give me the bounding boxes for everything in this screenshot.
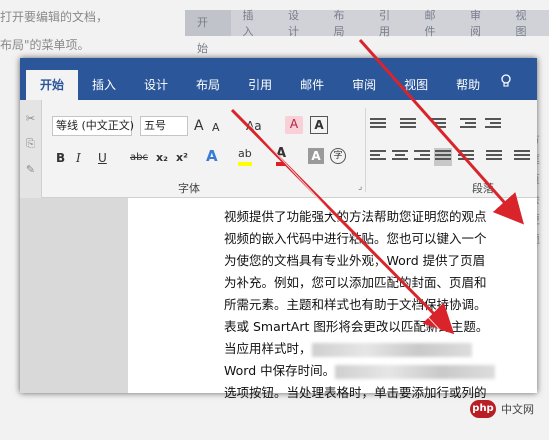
tab-mailings[interactable]: 邮件 <box>286 70 338 100</box>
ribbon-tab-bar: 开始 插入 设计 布局 引用 邮件 审阅 视图 帮助 <box>20 58 537 100</box>
font-family-select[interactable]: 等线 (中文正文) <box>52 116 134 136</box>
numbering-icon[interactable] <box>400 118 416 132</box>
clear-format-button[interactable]: A <box>285 116 303 134</box>
bullets-icon[interactable] <box>370 118 386 132</box>
background-ribbon: 开始 插入 设计 布局 引用 邮件 审阅 视图 <box>185 9 549 55</box>
grow-font-button[interactable]: A <box>194 118 204 134</box>
tab-help[interactable]: 帮助 <box>442 70 494 100</box>
doc-line: 为使您的文档具有专业外观，Word 提供了页眉 <box>224 253 486 268</box>
superscript-button[interactable]: x² <box>176 150 188 166</box>
decrease-indent-icon[interactable] <box>460 118 476 132</box>
bg-tab: 引用 <box>379 9 390 38</box>
align-left-icon[interactable] <box>370 150 386 164</box>
doc-line: 所需元素。主题和样式也有助于文档保持协调。 <box>224 297 487 312</box>
char-shading-button[interactable]: A <box>308 148 324 164</box>
lightbulb-icon[interactable] <box>500 70 512 100</box>
bold-button[interactable]: B <box>56 150 65 166</box>
tab-references[interactable]: 引用 <box>234 70 286 100</box>
distributed-icon[interactable] <box>458 150 474 164</box>
bg-tab: 开始 <box>185 10 231 55</box>
doc-line: 表或 SmartArt 图形将会更改以匹配新的主题。 <box>224 319 489 334</box>
php-logo: php <box>470 400 496 418</box>
font-color-button[interactable]: A <box>276 146 287 166</box>
doc-line: 视频提供了功能强大的方法帮助您证明您的观点 <box>224 209 487 224</box>
increase-indent-icon[interactable] <box>485 118 501 132</box>
enclose-char-button[interactable]: 字 <box>330 148 346 164</box>
tab-review[interactable]: 审阅 <box>338 70 390 100</box>
char-border-button[interactable]: A <box>310 116 328 134</box>
clipboard-strip: ✂ ⎘ ✎ <box>20 100 42 198</box>
align-right-icon[interactable] <box>414 150 430 164</box>
multilevel-list-icon[interactable] <box>430 118 446 132</box>
font-size-select[interactable]: 五号 <box>140 116 188 136</box>
watermark: php 中文网 <box>470 400 534 418</box>
line-spacing-icon[interactable] <box>486 150 502 164</box>
doc-line: 为补充。例如，您可以添加匹配的封面、页眉和 <box>224 275 487 290</box>
bg-tab: 布局 <box>333 9 345 38</box>
tab-view[interactable]: 视图 <box>390 70 442 100</box>
text-effects-button[interactable]: A <box>206 148 218 164</box>
strikethrough-button[interactable]: abc <box>130 150 148 166</box>
tab-design[interactable]: 设计 <box>130 70 182 100</box>
document-body[interactable]: 视频提供了功能强大的方法帮助您证明您的观点 视频的嵌入代码中进行粘贴。您也可以键… <box>224 206 524 404</box>
bg-tab: 邮件 <box>424 9 436 38</box>
align-center-icon[interactable] <box>392 150 408 164</box>
underline-button[interactable]: U <box>98 150 107 166</box>
format-painter-icon[interactable]: ✎ <box>20 163 41 176</box>
doc-line-blurred: 当应用样式时， <box>224 338 524 360</box>
tab-home[interactable]: 开始 <box>26 70 79 100</box>
ribbon-home: 等线 (中文正文) 五号 A A Aa A A B I U abc x₂ x² … <box>20 100 537 198</box>
paragraph-group-label: 段落 <box>472 182 494 195</box>
background-line-1: 打开要编辑的文档， <box>0 10 109 24</box>
copy-icon[interactable]: ⎘ <box>20 137 41 151</box>
background-line-2: 布局"的菜单项。 <box>0 38 90 52</box>
bg-tab: 设计 <box>288 9 299 38</box>
bg-tab: 插入 <box>242 9 254 38</box>
bg-tab: 审阅 <box>470 9 481 38</box>
change-case-button[interactable]: Aa <box>246 118 262 134</box>
font-dialog-launcher-icon[interactable]: ⌟ <box>358 182 362 192</box>
italic-button[interactable]: I <box>76 150 81 166</box>
doc-line: 视频的嵌入代码中进行粘贴。您也可以键入一个 <box>224 231 487 246</box>
justify-icon[interactable] <box>434 148 452 166</box>
tab-layout[interactable]: 布局 <box>182 70 234 100</box>
tab-insert[interactable]: 插入 <box>78 70 130 100</box>
scissors-icon[interactable]: ✂ <box>20 112 41 125</box>
blurred-region <box>311 342 472 357</box>
subscript-button[interactable]: x₂ <box>156 150 168 166</box>
font-group-label: 字体 <box>178 182 200 195</box>
highlight-button[interactable]: ab <box>238 146 252 166</box>
shading-icon[interactable] <box>514 150 530 164</box>
watermark-text: 中文网 <box>501 403 534 416</box>
group-divider <box>365 108 366 192</box>
shrink-font-button[interactable]: A <box>212 120 220 136</box>
doc-line-blurred: Word 中保存时间。 <box>224 360 524 382</box>
blurred-region <box>335 364 496 379</box>
bg-tab: 视图 <box>515 9 527 38</box>
